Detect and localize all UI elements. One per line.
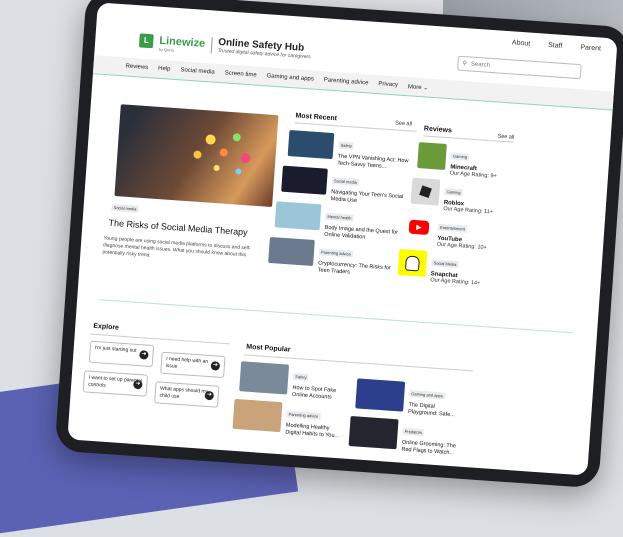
tablet-screen: About Staff Parent L Linewize by Qoria O… — [67, 2, 618, 476]
recent-item[interactable]: Parenting advice Cryptocurrency: The Ris… — [268, 236, 396, 279]
popular-item[interactable]: Predators Online Grooming: The Red Flags… — [348, 416, 460, 457]
popular-thumb — [355, 378, 406, 412]
popular-title: Modelling Healthy Digital Habits to You.… — [285, 422, 340, 440]
hero-image[interactable] — [114, 104, 279, 208]
recent-item[interactable]: Mental health Body Image and the Quest f… — [274, 201, 402, 243]
linewize-logo-icon: L — [138, 32, 154, 48]
recent-thumb — [268, 236, 315, 267]
reviews-see-all[interactable]: See all — [497, 134, 514, 141]
popular-item[interactable]: Parenting advice Modelling Healthy Digit… — [232, 398, 344, 440]
recent-title: Cryptocurrency: The Risks for Teen Trade… — [317, 260, 391, 276]
explore-button-apps[interactable]: What apps should my child use ➜ — [154, 381, 220, 408]
popular-title: The Digital Playground: Safe... — [407, 402, 455, 419]
brand[interactable]: L Linewize by Qoria Online Safety Hub Tr… — [138, 29, 312, 62]
recent-tag: Mental health — [325, 212, 354, 222]
arrow-right-icon: ➜ — [204, 390, 215, 401]
top-link-about[interactable]: About — [512, 39, 531, 47]
recent-thumb — [281, 165, 328, 195]
review-tag: Gaming — [450, 152, 470, 161]
nav-item-reviews[interactable]: Reviews — [125, 63, 148, 71]
hero-tag: Social media — [111, 203, 139, 213]
popular-tag: Safety — [293, 372, 309, 381]
nav-item-parenting-advice[interactable]: Parenting advice — [324, 77, 369, 86]
youtube-icon: ▶ — [404, 213, 434, 242]
section-divider — [99, 299, 574, 334]
arrow-right-icon: ➜ — [133, 379, 143, 390]
emoji-bubbles-illustration — [193, 133, 251, 175]
explore-button-help-issue[interactable]: I need help with an issue ➜ — [160, 351, 226, 379]
recent-tag: Safety — [338, 141, 355, 150]
popular-title: Online Grooming: The Red Flags to Watch.… — [401, 439, 457, 457]
popular-thumb — [348, 416, 399, 450]
popular-tag: Parenting advice — [286, 410, 321, 420]
top-link-parent[interactable]: Parent — [580, 44, 601, 52]
top-links: About Staff Parent — [512, 39, 601, 52]
explore-button-label: What apps should my child use — [159, 385, 209, 400]
nav-item-privacy[interactable]: Privacy — [378, 81, 398, 88]
nav-item-help[interactable]: Help — [158, 66, 171, 73]
popular-item[interactable]: Safety How to Spot Fake Online Accounts — [239, 361, 351, 402]
review-item[interactable]: Social Media Snapchat Our Age Rating: 14… — [397, 248, 495, 288]
nav-item-screen-time[interactable]: Screen time — [224, 70, 256, 78]
review-item[interactable]: Gaming Minecraft Our Age Rating: 9+ — [417, 142, 515, 181]
snapchat-icon — [397, 248, 428, 277]
explore-heading: Explore — [93, 322, 120, 332]
popular-thumb — [232, 398, 283, 433]
popular-title: How to Spot Fake Online Accounts — [291, 384, 337, 401]
top-link-staff[interactable]: Staff — [548, 42, 563, 50]
search-input[interactable]: ⚲ Search — [457, 55, 582, 80]
explore-button-label: I'm just starting out — [94, 344, 137, 354]
review-item[interactable]: Gaming Roblox Our Age Rating: 11+ — [410, 177, 508, 217]
popular-tag: Predators — [402, 427, 425, 437]
popular-tag: Gaming and apps — [409, 390, 446, 400]
recent-tag: Parenting advice — [318, 248, 354, 258]
explore-button-parental-controls[interactable]: I want to set up parental controls ➜ — [82, 370, 149, 397]
brand-divider — [210, 36, 213, 53]
search-placeholder: Search — [470, 61, 491, 69]
most-recent-see-all[interactable]: See all — [395, 120, 412, 127]
explore-button-starting-out[interactable]: I'm just starting out ➜ — [88, 340, 155, 368]
explore-button-label: I need help with an issue — [165, 356, 209, 370]
hero-title[interactable]: The Risks of Social Media Therapy — [108, 218, 248, 238]
recent-thumb — [287, 130, 335, 160]
hero-description: Young people are using social media plat… — [102, 235, 252, 259]
recent-tag: Social media — [331, 177, 360, 186]
recent-thumb — [274, 201, 322, 231]
review-tag: Entertainment — [437, 223, 468, 233]
recent-item[interactable]: Safety The VPN Vanishing Act: How Tech-S… — [287, 130, 415, 172]
arrow-right-icon: ➜ — [139, 350, 149, 360]
popular-thumb — [239, 361, 290, 395]
most-recent-heading: Most Recent — [295, 112, 338, 123]
reviews-heading: Reviews — [423, 125, 453, 135]
arrow-right-icon: ➜ — [210, 361, 221, 371]
nav-item-gaming-apps[interactable]: Gaming and apps — [266, 73, 314, 82]
popular-item[interactable]: Gaming and apps The Digital Playground: … — [355, 378, 467, 419]
nav-item-social-media[interactable]: Social media — [180, 67, 215, 75]
minecraft-icon — [417, 142, 447, 170]
tablet-device: About Staff Parent L Linewize by Qoria O… — [54, 0, 623, 489]
recent-item[interactable]: Social media Navigating Your Teen's Soci… — [281, 165, 409, 208]
review-tag: Gaming — [444, 188, 463, 197]
review-tag: Social Media — [431, 259, 459, 269]
nav-item-more[interactable]: More ⌄ — [408, 83, 429, 91]
review-item[interactable]: ▶ Entertainment YouTube Our Age Rating: … — [404, 213, 502, 252]
search-icon: ⚲ — [462, 60, 468, 68]
most-popular-heading: Most Popular — [245, 343, 291, 354]
roblox-icon — [410, 177, 441, 206]
